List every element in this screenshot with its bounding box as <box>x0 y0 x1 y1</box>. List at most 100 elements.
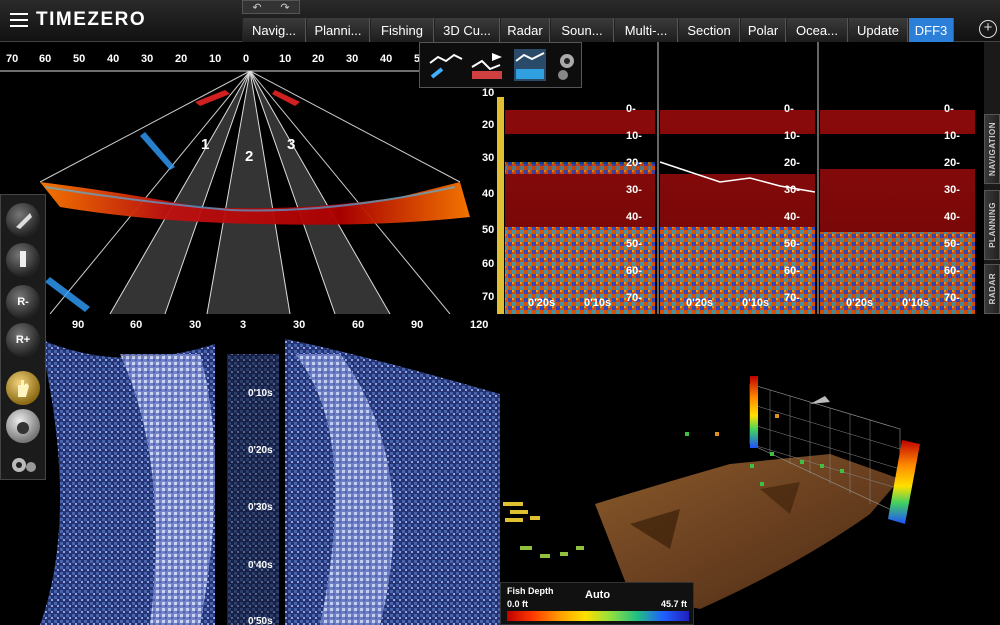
sonar-x-tick: 30 <box>346 53 359 65</box>
echo-depth-tick: 50- <box>944 238 960 250</box>
workspace-tabs: Navig... Planni... Fishing 3D Cu... Radar Sou… <box>242 18 954 42</box>
sonar-x-tick: 10 <box>279 53 292 65</box>
tab-polar[interactable]: Polar <box>740 18 786 42</box>
side-scan-panel[interactable]: 90 60 30 3 30 60 90 120 0'10s 0'20s 0'30s 0'40s 0'5… <box>0 314 500 625</box>
side-scan-time-tick: 0'50s <box>248 616 273 625</box>
redo-icon[interactable]: ↷ <box>280 1 289 14</box>
echo-depth-tick: 20- <box>626 157 642 169</box>
echo-time-label: 0'10s <box>584 297 612 309</box>
side-tabs: NAVIGATION PLANNING RADAR <box>984 42 1000 314</box>
echo-depth-tick: 60- <box>784 265 800 277</box>
echo-depth-tick: 20- <box>784 157 800 169</box>
legend-max: 45.7 ft <box>660 599 687 609</box>
tab-fishing[interactable]: Fishing <box>370 18 434 42</box>
echo-depth-tick: 70- <box>944 292 960 304</box>
side-scan-x-tick: 120 <box>470 319 489 331</box>
tab-soun[interactable]: Soun... <box>550 18 614 42</box>
side-tab-navigation[interactable]: NAVIGATION <box>984 114 1000 184</box>
app-title: TIMEZERO <box>36 9 147 30</box>
sonar-x-tick: 0 <box>243 53 250 65</box>
sonar-x-tick: 70 <box>6 53 19 65</box>
tab-section[interactable]: Section <box>678 18 740 42</box>
side-tab-planning[interactable]: PLANNING <box>984 190 1000 260</box>
app-logo[interactable]: TIMEZERO <box>10 4 146 36</box>
sonar-x-tick: 60 <box>39 53 52 65</box>
sonar-y-tick: 60 <box>482 258 495 270</box>
beam-label-1: 1 <box>201 136 210 153</box>
range-plus-icon[interactable]: R+ <box>6 323 40 357</box>
side-scan-time-tick: 0'40s <box>248 560 273 571</box>
beam-label-3: 3 <box>287 136 296 153</box>
zoom-icon[interactable] <box>512 47 548 83</box>
echo-depth-tick: 30- <box>784 184 800 196</box>
tab-3d-cu[interactable]: 3D Cu... <box>434 18 500 42</box>
tab-dff3[interactable]: DFF3 <box>908 18 954 42</box>
tab-navig[interactable]: Navig... <box>242 18 306 42</box>
fish-3d-view[interactable] <box>500 314 1000 625</box>
side-scan-time-tick: 0'20s <box>248 445 273 456</box>
sonar-y-tick: 70 <box>482 291 495 303</box>
echo-time-label: 0'10s <box>902 297 930 309</box>
bottom-lock-icon[interactable] <box>470 47 506 83</box>
echo-depth-tick: 30- <box>944 184 960 196</box>
add-tab-button[interactable]: + <box>979 20 997 38</box>
legend-title: Fish Depth <box>507 586 554 596</box>
echo-depth-tick: 60- <box>944 265 960 277</box>
range-minus-icon[interactable]: R- <box>6 285 40 319</box>
echo-depth-tick: 0- <box>944 103 954 115</box>
menu-icon[interactable] <box>10 13 28 27</box>
sonar-y-tick: 10 <box>482 87 495 99</box>
boat-icon[interactable] <box>6 203 40 237</box>
side-scan-time-tick: 0'30s <box>248 502 273 513</box>
side-scan-x-tick: 3 <box>240 319 247 331</box>
echo-time-label: 0'10s <box>742 297 770 309</box>
echo-depth-tick: 20- <box>944 157 960 169</box>
sonar-y-tick: 20 <box>482 119 495 131</box>
sonar-x-tick: 40 <box>380 53 393 65</box>
sonar-x-tick: 50 <box>73 53 86 65</box>
tab-update[interactable]: Update <box>848 18 908 42</box>
hand-icon[interactable] <box>6 371 40 405</box>
left-toolbar: R- R+ <box>0 194 46 480</box>
side-tab-radar[interactable]: RADAR <box>984 264 1000 314</box>
echo-depth-tick: 60- <box>626 265 642 277</box>
side-scan-x-tick: 90 <box>72 319 85 331</box>
legend-mode[interactable]: Auto <box>585 589 610 601</box>
tab-planni[interactable]: Planni... <box>306 18 370 42</box>
sonar-y-tick: 30 <box>482 152 495 164</box>
echo-depth-tick: 50- <box>784 238 800 250</box>
legend-color-bar <box>507 611 689 621</box>
echo-depth-tick: 40- <box>944 211 960 223</box>
echo-depth-tick: 30- <box>626 184 642 196</box>
echo-depth-tick: 0- <box>784 103 794 115</box>
tab-radar[interactable]: Radar <box>500 18 550 42</box>
side-scan-x-tick: 30 <box>189 319 202 331</box>
settings-gear-icon[interactable] <box>554 47 580 83</box>
tab-multi[interactable]: Multi-... <box>614 18 678 42</box>
beam-label-2: 2 <box>245 148 254 165</box>
sonar-x-tick: 20 <box>175 53 188 65</box>
cursor-icon[interactable] <box>6 243 40 277</box>
side-scan-x-tick: 60 <box>352 319 365 331</box>
echo-time-label: 0'20s <box>686 297 714 309</box>
legend-min: 0.0 ft <box>507 599 529 609</box>
echo-depth-tick: 70- <box>784 292 800 304</box>
auto-range-icon[interactable] <box>428 47 464 83</box>
sonar-x-tick: 20 <box>312 53 325 65</box>
echo-depth-tick: 10- <box>944 130 960 142</box>
sonar-x-tick: 30 <box>141 53 154 65</box>
side-scan-x-tick: 90 <box>411 319 424 331</box>
echo-depth-tick: 40- <box>784 211 800 223</box>
tab-ocea[interactable]: Ocea... <box>786 18 848 42</box>
settings-icon[interactable] <box>9 453 39 477</box>
echo-depth-tick: 70- <box>626 292 642 304</box>
side-scan-canvas <box>40 339 500 625</box>
undo-redo: ↶ ↷ <box>242 0 300 14</box>
sonar-y-tick: 40 <box>482 188 495 200</box>
echo-depth-tick: 50- <box>626 238 642 250</box>
undo-icon[interactable]: ↶ <box>252 1 261 14</box>
top-bar: TIMEZERO ↶ ↷ Navig... Planni... Fishing 3D … <box>0 0 1000 42</box>
side-scan-x-tick: 30 <box>293 319 306 331</box>
pointer-icon[interactable] <box>6 409 40 443</box>
echo-depth-tick: 10- <box>784 130 800 142</box>
